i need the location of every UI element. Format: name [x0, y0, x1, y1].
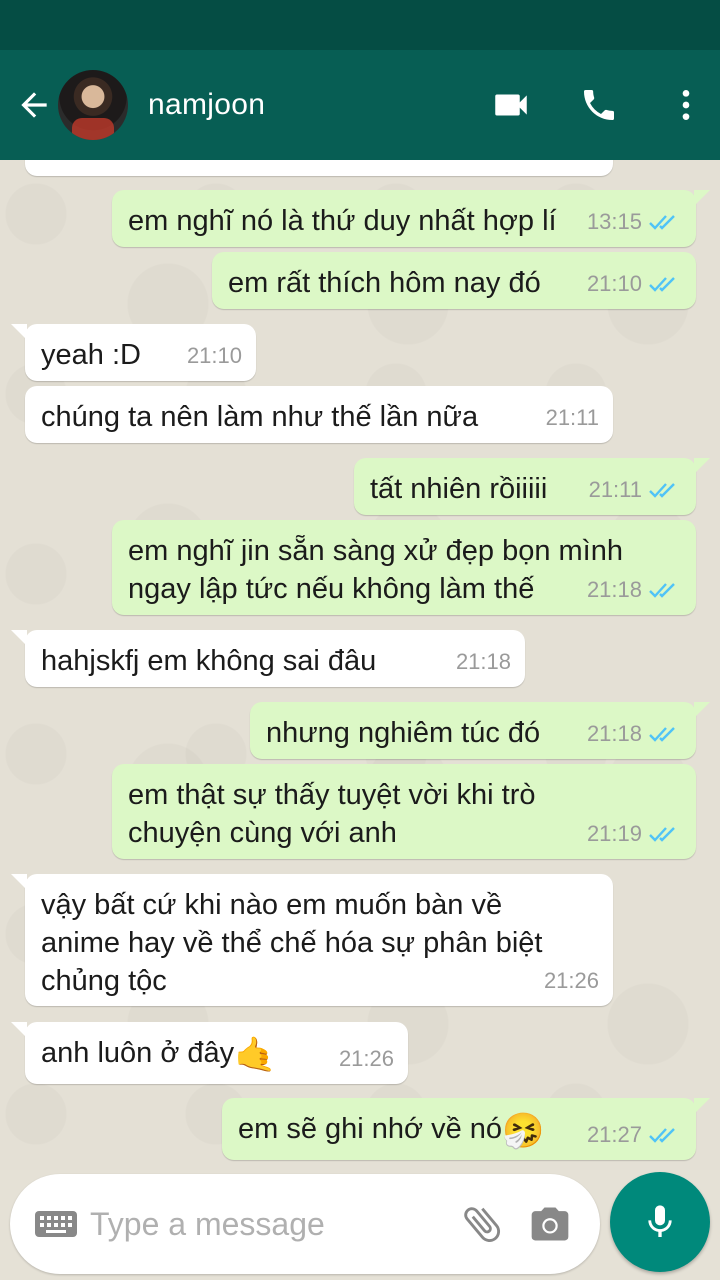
- message-meta: 21:27: [587, 1116, 682, 1154]
- contact-name[interactable]: namjoon: [148, 88, 480, 122]
- double-check-icon: [649, 583, 675, 598]
- message-time: 21:11: [545, 405, 599, 430]
- message-text: nhưng nghiêm túc đó: [266, 717, 541, 749]
- message-time: 13:15: [586, 209, 642, 234]
- message-meta: 21:11: [589, 471, 682, 509]
- video-call-button[interactable]: [480, 50, 542, 160]
- message-text: hahjskfj em không sai đâu: [41, 645, 377, 677]
- message-time: 21:26: [338, 1046, 394, 1071]
- double-check-icon: [649, 483, 675, 498]
- message-text: em nghĩ jin sẵn sàng xử đẹp bọn mình nga…: [128, 535, 623, 605]
- message-meta: 21:18: [456, 643, 511, 681]
- message-text: tất nhiên rồiiiii: [370, 473, 548, 505]
- message-incoming[interactable]: vậy bất cứ khi nào em muốn bàn về anime …: [11, 874, 613, 1006]
- message-text: em sẽ ghi nhớ về nó: [238, 1113, 503, 1145]
- message-time: 21:26: [543, 968, 599, 993]
- double-check-icon: [649, 1128, 675, 1143]
- message-time: 21:10: [586, 271, 642, 296]
- phone-icon: [584, 90, 614, 120]
- double-check-icon: [649, 827, 675, 842]
- message-incoming[interactable]: anh luôn ở đây🤙 21:26: [11, 1022, 408, 1084]
- double-check-icon: [649, 215, 675, 230]
- message-outgoing[interactable]: tất nhiên rồiiiii 21:11: [354, 458, 710, 515]
- message-input-placeholder[interactable]: Type a message: [90, 1206, 454, 1243]
- message-text: em thật sự thấy tuyệt vời khi trò chuyện…: [128, 779, 536, 849]
- message-outgoing[interactable]: em rất thích hôm nay đó 21:10: [212, 252, 696, 309]
- message-incoming[interactable]: chúng ta nên làm như thế lần nữa 21:11: [25, 386, 613, 443]
- message-time: 21:18: [586, 721, 642, 746]
- message-text: vậy bất cứ khi nào em muốn bàn về anime …: [41, 889, 543, 997]
- attach-button[interactable]: [454, 1196, 510, 1252]
- message-outgoing[interactable]: em thật sự thấy tuyệt vời khi trò chuyện…: [112, 764, 696, 859]
- message-meta: 13:15: [587, 203, 682, 241]
- message-time: 21:18: [455, 649, 511, 674]
- message-incoming[interactable]: hahjskfj em không sai đâu 21:18: [11, 630, 525, 687]
- message-list[interactable]: 13:13 em nghĩ nó là thứ duy nhất hợp lí …: [0, 160, 720, 1170]
- message-meta: 21:10: [587, 265, 682, 303]
- message-time: 21:18: [586, 577, 642, 602]
- more-vertical-icon: [682, 90, 690, 120]
- message-time: 21:10: [186, 343, 242, 368]
- back-button[interactable]: [4, 50, 64, 160]
- contact-avatar[interactable]: [58, 70, 128, 140]
- message-text: anh luôn ở đây: [41, 1037, 235, 1069]
- message-meta: 21:26: [544, 962, 599, 1000]
- voice-record-button[interactable]: [610, 1172, 710, 1272]
- message-outgoing[interactable]: em nghĩ nó là thứ duy nhất hợp lí 13:15: [112, 190, 710, 247]
- double-check-icon: [649, 727, 675, 742]
- message-meta: 21:19: [587, 815, 682, 853]
- paperclip-icon: [464, 1207, 501, 1242]
- video-camera-icon: [495, 94, 527, 116]
- message-text: em rất thích hôm nay đó: [228, 267, 541, 299]
- message-input-box[interactable]: Type a message: [10, 1174, 600, 1274]
- message-meta: 21:18: [587, 571, 682, 609]
- message-text: chúng ta nên làm như thế lần nữa: [41, 401, 479, 433]
- message-time: 21:27: [586, 1122, 642, 1147]
- message-incoming[interactable]: 13:13: [25, 160, 613, 176]
- message-text: em nghĩ nó là thứ duy nhất hợp lí: [128, 205, 557, 237]
- message-time: 21:11: [588, 477, 642, 502]
- message-incoming[interactable]: yeah :D 21:10: [11, 324, 256, 381]
- call-me-hand-emoji: 🤙: [234, 1036, 277, 1074]
- message-meta: 21:18: [587, 715, 682, 753]
- composer-bar: Type a message: [0, 1170, 720, 1280]
- keyboard-button[interactable]: [32, 1204, 80, 1244]
- message-meta: 21:11: [546, 399, 599, 437]
- keyboard-icon: [35, 1211, 77, 1237]
- status-bar: [0, 0, 720, 50]
- message-outgoing[interactable]: em sẽ ghi nhớ về nó🤧 21:27: [222, 1098, 710, 1160]
- microphone-icon: [648, 1205, 672, 1237]
- arrow-left-icon: [21, 92, 47, 118]
- message-text: yeah :D: [41, 339, 141, 371]
- message-time: 13:13: [544, 160, 599, 170]
- message-meta: 21:10: [187, 337, 242, 375]
- message-outgoing[interactable]: em nghĩ jin sẵn sàng xử đẹp bọn mình nga…: [112, 520, 696, 615]
- camera-button[interactable]: [522, 1196, 578, 1252]
- message-time: 21:19: [586, 821, 642, 846]
- sneezing-face-emoji: 🤧: [502, 1112, 545, 1150]
- message-meta: 13:13: [544, 160, 599, 170]
- message-meta: 21:26: [339, 1040, 394, 1078]
- chat-header: namjoon: [0, 50, 720, 160]
- double-check-icon: [649, 277, 675, 292]
- camera-icon: [531, 1207, 569, 1241]
- voice-call-button[interactable]: [568, 50, 630, 160]
- message-outgoing[interactable]: nhưng nghiêm túc đó 21:18: [250, 702, 710, 759]
- menu-button[interactable]: [656, 50, 716, 160]
